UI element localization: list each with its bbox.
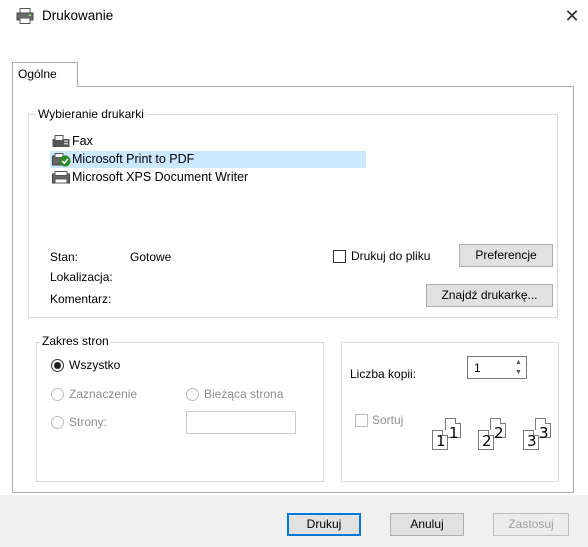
pages-label[interactable]: Strony: bbox=[69, 415, 107, 429]
page-icon: 2 bbox=[478, 430, 494, 450]
printer-item-pdf-label: Microsoft Print to PDF bbox=[72, 152, 195, 166]
current-page-radio[interactable] bbox=[186, 388, 199, 401]
page-number: 1 bbox=[436, 432, 446, 450]
printer-item-xps-writer[interactable]: Microsoft XPS Document Writer bbox=[50, 169, 366, 186]
page-number: 3 bbox=[539, 424, 549, 442]
all-pages-radio[interactable] bbox=[51, 359, 64, 372]
page-number: 1 bbox=[449, 424, 459, 442]
printer-item-fax-label: Fax bbox=[72, 134, 93, 148]
selection-radio[interactable] bbox=[51, 388, 64, 401]
spinner-up-icon[interactable]: ▲ bbox=[512, 358, 525, 367]
location-label: Lokalizacja: bbox=[50, 270, 113, 284]
collate-illustration: 1 1 2 2 3 3 bbox=[428, 418, 560, 458]
printer-item-microsoft-print-to-pdf[interactable]: Microsoft Print to PDF bbox=[50, 151, 366, 168]
preferences-button[interactable]: Preferencje bbox=[459, 244, 553, 267]
selection-label[interactable]: Zaznaczenie bbox=[69, 387, 137, 401]
tab-general-label: Ogólne bbox=[18, 67, 57, 81]
printer-icon bbox=[16, 8, 34, 24]
window-title: Drukowanie bbox=[42, 8, 114, 23]
printer-item-xps-label: Microsoft XPS Document Writer bbox=[72, 170, 249, 184]
tab-general[interactable]: Ogólne bbox=[12, 62, 78, 87]
copies-value: 1 bbox=[474, 361, 481, 375]
spinner-down-icon[interactable]: ▼ bbox=[512, 368, 525, 377]
page-icon: 3 bbox=[523, 430, 539, 450]
print-to-file-label[interactable]: Drukuj do pliku bbox=[351, 249, 430, 263]
comment-label: Komentarz: bbox=[50, 292, 112, 306]
copies-input[interactable]: 1 ▲ ▼ bbox=[467, 356, 527, 379]
radio-selected-dot bbox=[54, 362, 61, 369]
cancel-button[interactable]: Anuluj bbox=[390, 513, 464, 536]
close-icon[interactable]: ✕ bbox=[560, 4, 584, 28]
pages-radio[interactable] bbox=[51, 416, 64, 429]
pages-input[interactable] bbox=[186, 411, 296, 434]
page-number: 2 bbox=[494, 424, 504, 442]
printer-icon bbox=[52, 171, 70, 184]
printer-selection-legend: Wybieranie drukarki bbox=[36, 107, 146, 121]
print-button[interactable]: Drukuj bbox=[287, 513, 361, 536]
copies-label: Liczba kopii: bbox=[350, 367, 417, 381]
current-page-label[interactable]: Bieżąca strona bbox=[204, 387, 283, 401]
title-bar: Drukowanie ✕ bbox=[0, 0, 588, 32]
apply-button[interactable]: Zastosuj bbox=[493, 513, 569, 536]
page-number: 2 bbox=[482, 432, 492, 450]
all-pages-label[interactable]: Wszystko bbox=[69, 358, 120, 372]
print-to-file-checkbox[interactable] bbox=[333, 250, 346, 263]
page-number: 3 bbox=[527, 432, 537, 450]
status-value: Gotowe bbox=[130, 250, 172, 264]
collate-label[interactable]: Sortuj bbox=[372, 413, 403, 427]
default-printer-icon bbox=[52, 153, 72, 167]
printer-item-fax[interactable]: Fax bbox=[50, 133, 366, 150]
collate-checkbox[interactable] bbox=[355, 414, 368, 427]
page-range-legend: Zakres stron bbox=[40, 334, 111, 348]
find-printer-button[interactable]: Znajdź drukarkę... bbox=[426, 284, 553, 307]
status-label: Stan: bbox=[50, 250, 79, 264]
page-icon: 1 bbox=[432, 430, 448, 450]
printer-list[interactable]: Fax Microsoft Print to PDF Microsoft XPS… bbox=[50, 133, 366, 197]
fax-icon bbox=[52, 135, 70, 148]
